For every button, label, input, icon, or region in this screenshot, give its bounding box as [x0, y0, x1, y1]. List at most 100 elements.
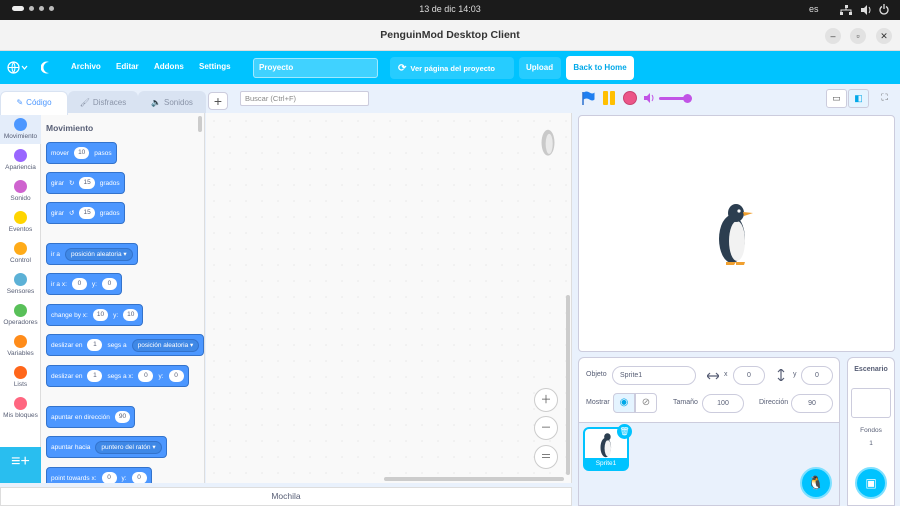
category-sensores[interactable]: Sensores [0, 273, 41, 295]
block-input[interactable]: 0 [138, 370, 154, 382]
sprite-name-input[interactable]: Sprite1 [612, 366, 696, 385]
block-glide-to-xy[interactable]: deslizar en 1 segs a x: 0 y: 0 [46, 365, 189, 387]
workspace-vertical-scrollbar[interactable] [566, 295, 570, 475]
project-title-input[interactable]: Proyecto [253, 58, 378, 78]
block-go-to[interactable]: ir a posición aleatoria ▾ [46, 243, 138, 265]
block-input[interactable]: 10 [92, 309, 109, 321]
size-label: Tamaño [673, 399, 698, 406]
block-text: segs a [107, 341, 127, 349]
block-text: change by x: [51, 311, 88, 319]
block-text: deslizar en [51, 341, 83, 349]
volume-icon[interactable] [861, 5, 871, 15]
fullscreen-button[interactable]: ⛶ [874, 89, 895, 108]
choose-backdrop-button[interactable]: ▣ [855, 467, 887, 499]
tab-costumes[interactable]: 🖌 Disfraces [68, 91, 138, 113]
power-icon[interactable] [879, 4, 889, 15]
block-dropdown[interactable]: posición aleatoria ▾ [65, 247, 133, 261]
stop-button[interactable] [623, 91, 637, 105]
add-extension-button[interactable]: ≡+ [0, 447, 41, 483]
backpack-bar[interactable]: Mochila [0, 487, 572, 506]
category-variables[interactable]: Variables [0, 335, 41, 357]
category-lists[interactable]: Lists [0, 366, 41, 388]
block-input[interactable]: 0 [168, 370, 184, 382]
block-input[interactable]: 0 [131, 472, 147, 483]
upload-button[interactable]: Upload [519, 57, 561, 79]
palette-scrollbar[interactable] [198, 116, 202, 132]
x-position-input[interactable]: 0 [733, 366, 765, 385]
block-text: deslizar en [51, 372, 83, 380]
block-input[interactable]: 10 [74, 147, 90, 159]
y-position-input[interactable]: 0 [801, 366, 833, 385]
category-apariencia[interactable]: Apariencia [0, 149, 41, 171]
input-language[interactable]: es [809, 4, 819, 14]
block-change-by-xy[interactable]: change by x: 10 y: 10 [46, 304, 144, 326]
tab-code[interactable]: ✎ Código [0, 91, 68, 115]
small-stage-button[interactable]: ▭ [826, 89, 847, 108]
block-dropdown[interactable]: posición aleatoria ▾ [131, 338, 200, 352]
block-input[interactable]: 0 [101, 472, 117, 483]
maximize-button[interactable]: ▫ [850, 28, 866, 44]
penguin-sprite[interactable] [716, 201, 754, 265]
block-turn-right[interactable]: girar ↻ 15 grados [46, 172, 125, 194]
block-input[interactable]: 0 [101, 278, 117, 290]
block-turn-left[interactable]: girar ↺ 15 grados [46, 202, 125, 224]
zoom-in-button[interactable]: ＋ [534, 388, 558, 412]
block-move-steps[interactable]: mover 10 pasos [46, 142, 117, 164]
close-button[interactable]: ✕ [876, 28, 892, 44]
block-input[interactable]: 15 [79, 207, 95, 219]
block-input[interactable]: 0 [71, 278, 87, 290]
menu-addons[interactable]: Addons [154, 62, 184, 71]
workspace-horizontal-scrollbar[interactable] [384, 477, 564, 481]
pause-icon[interactable] [602, 91, 616, 105]
hide-sprite-button[interactable]: ⊘ [635, 393, 657, 413]
see-project-page-button[interactable]: ⟳ Ver página del proyecto [390, 57, 514, 79]
block-point-towards-xy[interactable]: point towards x: 0 y: 0 [46, 467, 152, 483]
tab-sounds[interactable]: 🔈 Sonidos [138, 91, 206, 113]
language-globe-icon[interactable] [7, 61, 29, 74]
system-clock[interactable]: 13 de dic 14:03 [0, 4, 900, 14]
menu-archivo[interactable]: Archivo [71, 62, 101, 71]
stage-thumbnail[interactable] [851, 388, 891, 418]
volume-slider-knob[interactable] [683, 94, 692, 103]
backdrops-label: Fondos [860, 427, 882, 434]
menu-settings[interactable]: Settings [199, 62, 231, 71]
category-label: Sensores [6, 288, 35, 295]
block-input[interactable]: 10 [123, 309, 139, 321]
menu-editar[interactable]: Editar [116, 62, 139, 71]
normal-stage-button[interactable]: ◧ [848, 89, 869, 108]
category-eventos[interactable]: Eventos [0, 211, 41, 233]
show-sprite-button[interactable]: ◉ [613, 393, 635, 413]
back-to-home-button[interactable]: Back to Home [566, 56, 634, 80]
size-input[interactable]: 100 [702, 394, 744, 413]
block-input[interactable]: 90 [114, 411, 131, 423]
minimize-button[interactable]: – [825, 28, 841, 44]
category-mis-bloques[interactable]: Mis bloques [0, 397, 41, 419]
block-go-to-xy[interactable]: ir a x: 0 y: 0 [46, 273, 122, 295]
block-text: y: [113, 311, 119, 319]
zoom-reset-button[interactable]: ＝ [534, 445, 558, 469]
block-input[interactable]: 1 [87, 339, 103, 351]
block-search-input[interactable]: Buscar (Ctrl+F) [240, 91, 369, 106]
category-sonido[interactable]: Sonido [0, 180, 41, 202]
code-workspace[interactable] [206, 113, 572, 483]
category-label: Sonido [10, 195, 31, 202]
green-flag-icon[interactable] [582, 91, 595, 105]
network-icon[interactable] [840, 5, 852, 15]
volume-slider[interactable] [659, 97, 685, 100]
block-glide-to[interactable]: deslizar en 1 segs a posición aleatoria ▾ [46, 334, 204, 356]
direction-input[interactable]: 90 [791, 394, 833, 413]
block-input[interactable]: 1 [87, 370, 103, 382]
add-extension-plus-button[interactable]: + [208, 92, 228, 110]
delete-sprite-button[interactable]: 🗑 [617, 424, 632, 439]
category-operadores[interactable]: Operadores [0, 304, 41, 326]
block-input[interactable]: 15 [79, 177, 95, 189]
category-movimiento[interactable]: Movimiento [0, 118, 41, 140]
volume-icon[interactable] [644, 93, 656, 103]
block-point-towards[interactable]: apuntar hacia puntero del ratón ▾ [46, 436, 167, 458]
block-dropdown[interactable]: puntero del ratón ▾ [95, 440, 162, 454]
category-control[interactable]: Control [0, 242, 41, 264]
block-point-in-direction[interactable]: apuntar en dirección 90 [46, 406, 136, 428]
choose-sprite-button[interactable]: 🐧 [800, 467, 832, 499]
zoom-out-button[interactable]: － [534, 416, 558, 440]
theme-moon-icon[interactable] [41, 61, 53, 74]
